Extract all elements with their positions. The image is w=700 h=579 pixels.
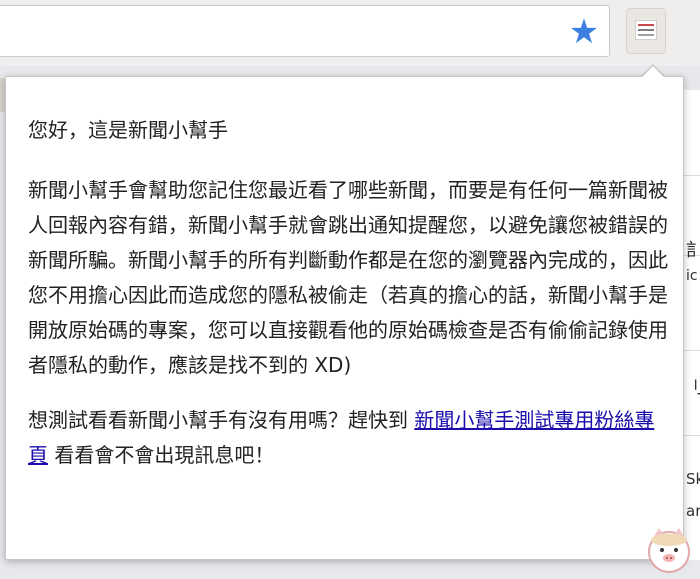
popup-description: 新聞小幫手會幫助您記住您最近看了哪些新聞，而要是有任何一篇新聞被人回報內容有錯，… — [28, 178, 668, 377]
background-text-fragment: Sk — [686, 470, 700, 488]
background-text-fragment: 刂 — [686, 377, 700, 398]
background-text-fragment: 訁 — [686, 240, 700, 261]
background-page-right-edge: 訁 ic 刂 Sk ar — [683, 90, 700, 579]
extension-button[interactable] — [626, 8, 666, 54]
popup-cta: 想測試看看新聞小幫手有沒有用嗎？趕快到 新聞小幫手測試專用粉絲專頁 看看會不會出… — [28, 403, 668, 473]
popup-content: 您好，這是新聞小幫手 新聞小幫手會幫助您記住您最近看了哪些新聞，而要是有任何一篇… — [28, 113, 668, 473]
star-icon[interactable]: ★ — [567, 15, 601, 49]
background-text-fragment: ar — [686, 502, 700, 520]
popup-greeting: 您好，這是新聞小幫手 — [28, 118, 228, 142]
mascot-logo — [648, 528, 690, 573]
popup-arrow-inner — [641, 66, 665, 78]
address-bar[interactable]: ★ — [0, 5, 610, 57]
news-helper-extension-icon — [635, 20, 657, 40]
cta-suffix: 看看會不會出現訊息吧！ — [48, 443, 275, 467]
browser-toolbar: ★ — [0, 0, 700, 66]
background-page-footer — [0, 560, 700, 579]
extension-popup: 您好，這是新聞小幫手 新聞小幫手會幫助您記住您最近看了哪些新聞，而要是有任何一篇… — [5, 76, 684, 560]
cta-prefix: 想測試看看新聞小幫手有沒有用嗎？趕快到 — [28, 408, 415, 432]
background-text-fragment: ic — [686, 268, 698, 284]
